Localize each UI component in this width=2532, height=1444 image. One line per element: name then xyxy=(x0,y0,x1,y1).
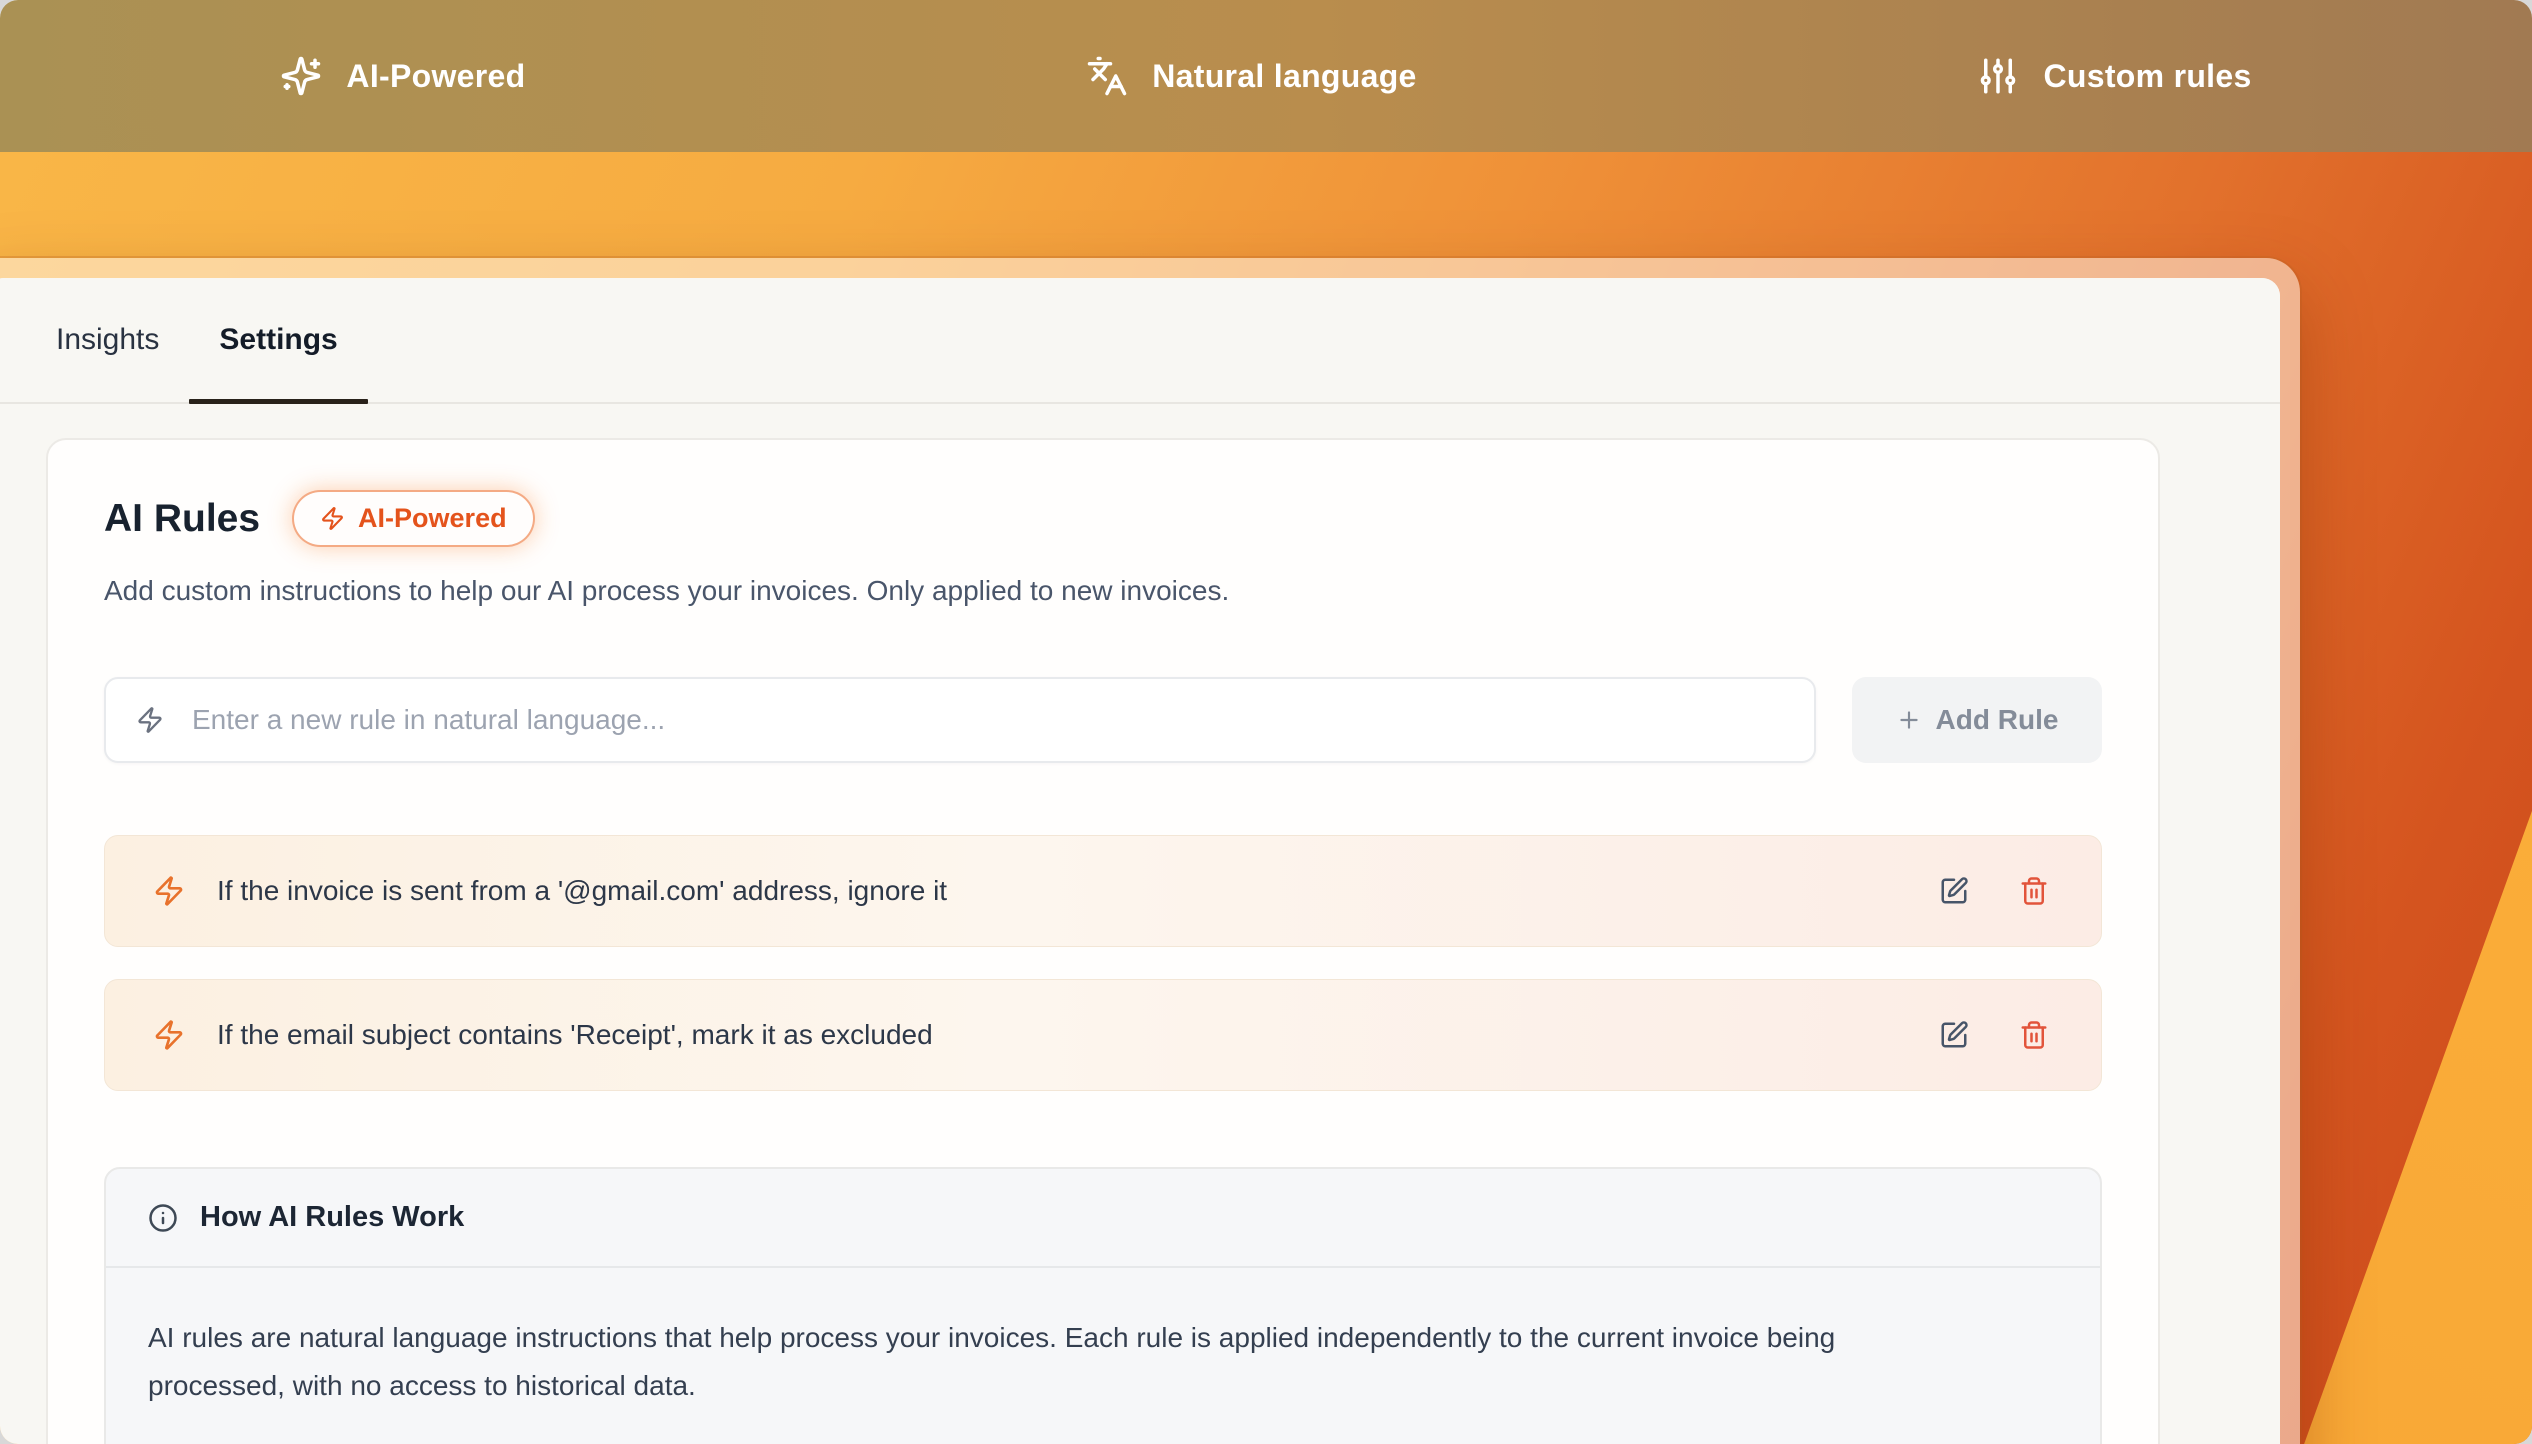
tab-insights[interactable]: Insights xyxy=(26,278,189,402)
feature-banner: AI-Powered Natural language Custom rules xyxy=(0,0,2532,152)
rules-list: If the invoice is sent from a '@gmail.co… xyxy=(104,835,2102,1091)
trash-icon xyxy=(2019,876,2049,906)
delete-rule-button[interactable] xyxy=(2019,876,2049,906)
add-rule-button[interactable]: Add Rule xyxy=(1852,677,2102,763)
sparkles-icon xyxy=(280,55,322,97)
app-window: Insights Settings AI Rules AI-Powered Ad… xyxy=(0,258,2300,1444)
banner-label: AI-Powered xyxy=(346,58,525,95)
rule-row: If the email subject contains 'Receipt',… xyxy=(104,979,2102,1091)
ai-powered-badge: AI-Powered xyxy=(292,490,535,547)
screenshot-root: AI-Powered Natural language Custom rules xyxy=(0,0,2532,1444)
zap-icon xyxy=(320,506,345,531)
banner-label: Natural language xyxy=(1152,58,1416,95)
new-rule-field-wrapper xyxy=(104,677,1816,763)
info-header: How AI Rules Work xyxy=(106,1169,2100,1268)
edit-pencil-icon xyxy=(1939,876,1969,906)
info-icon xyxy=(148,1203,178,1233)
zap-icon xyxy=(153,875,185,907)
languages-icon xyxy=(1086,55,1128,97)
edit-rule-button[interactable] xyxy=(1939,876,1969,906)
window-content: Insights Settings AI Rules AI-Powered Ad… xyxy=(0,278,2280,1444)
trash-icon xyxy=(2019,1020,2049,1050)
banner-item-custom-rules: Custom rules xyxy=(1977,55,2251,97)
ai-rules-card: AI Rules AI-Powered Add custom instructi… xyxy=(46,438,2160,1444)
info-title: How AI Rules Work xyxy=(200,1201,464,1234)
tab-settings[interactable]: Settings xyxy=(189,278,367,402)
rule-row: If the invoice is sent from a '@gmail.co… xyxy=(104,835,2102,947)
rule-text: If the email subject contains 'Receipt',… xyxy=(217,1019,1907,1051)
sliders-icon xyxy=(1977,55,2019,97)
delete-rule-button[interactable] xyxy=(2019,1020,2049,1050)
add-rule-label: Add Rule xyxy=(1936,704,2059,736)
new-rule-input[interactable] xyxy=(190,703,1784,737)
edit-rule-button[interactable] xyxy=(1939,1020,1969,1050)
tab-bar: Insights Settings xyxy=(0,278,2280,404)
card-title: AI Rules xyxy=(104,497,260,541)
banner-label: Custom rules xyxy=(2043,58,2251,95)
edit-pencil-icon xyxy=(1939,1020,1969,1050)
how-ai-rules-work-box: How AI Rules Work AI rules are natural l… xyxy=(104,1167,2102,1444)
info-body: AI rules are natural language instructio… xyxy=(106,1268,2100,1444)
rule-text: If the invoice is sent from a '@gmail.co… xyxy=(217,875,1907,907)
rule-actions xyxy=(1939,1020,2049,1050)
card-description: Add custom instructions to help our AI p… xyxy=(104,575,2102,607)
zap-icon xyxy=(153,1019,185,1051)
badge-label: AI-Powered xyxy=(358,503,507,534)
rule-actions xyxy=(1939,876,2049,906)
new-rule-row: Add Rule xyxy=(104,677,2102,763)
banner-item-ai-powered: AI-Powered xyxy=(280,55,525,97)
plus-icon xyxy=(1896,707,1922,733)
banner-item-natural-language: Natural language xyxy=(1086,55,1416,97)
info-paragraph: AI rules are natural language instructio… xyxy=(148,1314,1888,1410)
card-title-row: AI Rules AI-Powered xyxy=(104,490,2102,547)
zap-icon xyxy=(136,706,164,734)
